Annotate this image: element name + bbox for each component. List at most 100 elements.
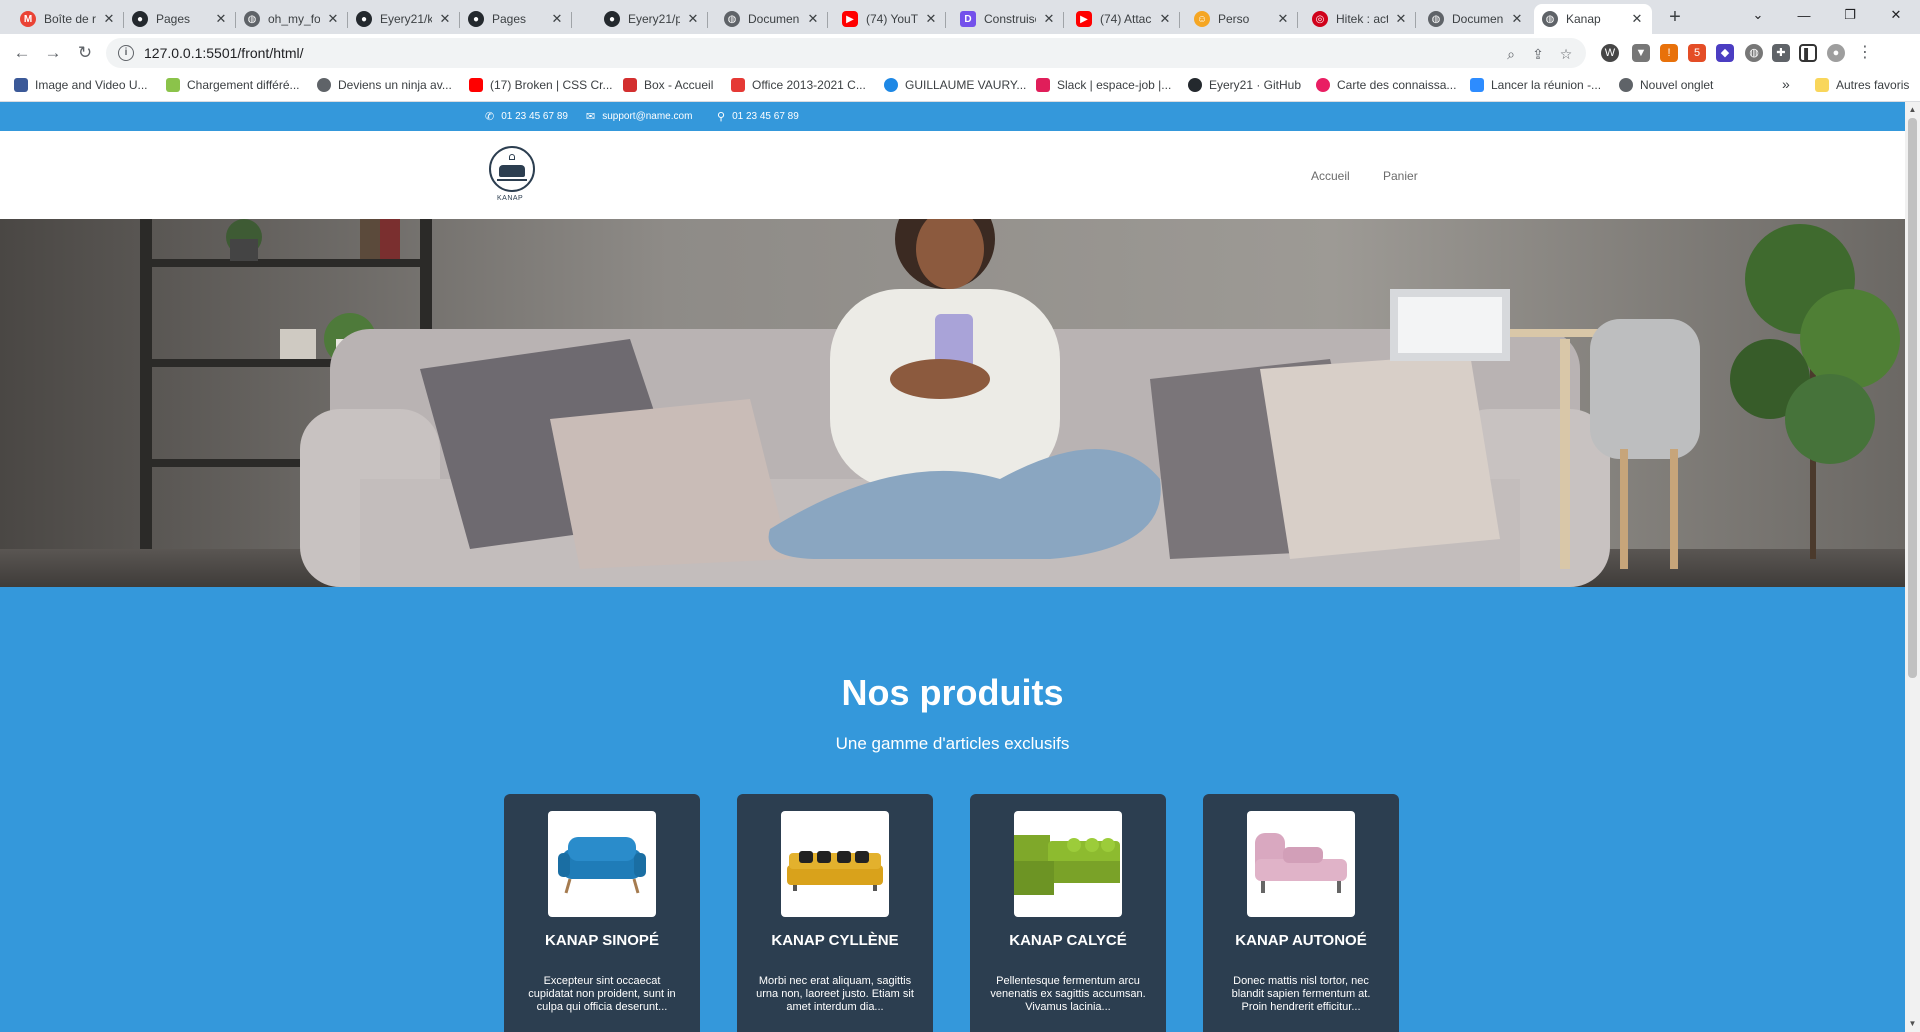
kanap-logo[interactable]: [489, 146, 535, 192]
bookmark-star-icon[interactable]: ☆: [1557, 45, 1575, 63]
profile-avatar[interactable]: ●: [1827, 44, 1845, 62]
bookmark-item[interactable]: (17) Broken | CSS Cr...: [469, 78, 613, 92]
email-info[interactable]: ✉ support@name.com: [586, 110, 692, 123]
close-tab-icon[interactable]: ✕: [1510, 11, 1524, 27]
globe-icon: ◍: [724, 11, 740, 27]
close-tab-icon[interactable]: ✕: [438, 11, 452, 27]
contact-bar: ✆ 01 23 45 67 89 ✉ support@name.com ⚲ 01 23…: [0, 102, 1905, 131]
products-title: Nos produits: [841, 672, 1064, 713]
bookmark-item[interactable]: Image and Video U...: [14, 78, 148, 92]
other-bookmarks[interactable]: Autres favoris: [1815, 78, 1909, 92]
bookmark-icon: [14, 78, 28, 92]
product-card[interactable]: KANAP CALYCÉ Pellentesque fermentum arcu…: [970, 794, 1166, 1032]
puzzle-extensions-icon[interactable]: ✚: [1772, 44, 1790, 62]
close-tab-icon[interactable]: ✕: [1158, 11, 1172, 27]
close-tab-icon[interactable]: ✕: [686, 11, 700, 27]
product-card[interactable]: KANAP AUTONOÉ Donec mattis nisl tortor, …: [1203, 794, 1399, 1032]
globe-extension-icon[interactable]: ◍: [1745, 44, 1763, 62]
close-tab-icon[interactable]: ✕: [550, 11, 564, 27]
browser-tab[interactable]: ◍ Documen ✕: [1420, 4, 1532, 34]
browser-tab[interactable]: ▶(74) YouTu✕: [834, 4, 946, 34]
browser-tab[interactable]: ● Pages ✕: [124, 4, 236, 34]
side-panel-icon[interactable]: ▌: [1799, 44, 1817, 62]
tab-search-icon[interactable]: ⌄: [1735, 0, 1781, 30]
browser-tab[interactable]: ▶ (74) Attac ✕: [1068, 4, 1180, 34]
back-icon[interactable]: ←: [10, 41, 34, 65]
folder-icon: [1815, 78, 1829, 92]
close-tab-icon[interactable]: ✕: [924, 11, 938, 27]
browser-tab[interactable]: D Construisc ✕: [952, 4, 1064, 34]
product-description: Excepteur sint occaecat cupidatat non pr…: [528, 975, 676, 1013]
bookmark-item[interactable]: Chargement différé...: [166, 78, 300, 92]
product-card[interactable]: KANAP CYLLÈNE Morbi nec erat aliquam, sa…: [737, 794, 933, 1032]
browser-tab[interactable]: ☺ Perso ✕: [1186, 4, 1298, 34]
share-icon[interactable]: ⇪: [1529, 45, 1547, 63]
menu-kebab-icon[interactable]: ⋮: [1856, 44, 1874, 62]
product-description: Donec mattis nisl tortor, nec blandit sa…: [1231, 975, 1371, 1013]
site-info-icon[interactable]: i: [118, 45, 134, 61]
browser-tab[interactable]: M Boîte de r ✕: [12, 4, 124, 34]
close-tab-icon[interactable]: ✕: [1630, 11, 1644, 27]
bookmark-item[interactable]: Box - Accueil: [623, 78, 713, 92]
bookmark-item[interactable]: Nouvel onglet: [1619, 78, 1713, 92]
product-card[interactable]: KANAP SINOPÉ Excepteur sint occaecat cup…: [504, 794, 700, 1032]
browser-tab[interactable]: ◍ Documen ✕: [716, 4, 828, 34]
bookmark-icon: [469, 78, 483, 92]
vue-devtools-extension-icon[interactable]: ▼: [1632, 44, 1650, 62]
globe-icon: ◍: [1542, 11, 1558, 27]
bookmark-item[interactable]: Office 2013-2021 C...: [731, 78, 866, 92]
bookmark-item[interactable]: Deviens un ninja av...: [317, 78, 452, 92]
close-tab-icon[interactable]: ✕: [1042, 11, 1056, 27]
nav-cart-link[interactable]: Panier: [1383, 169, 1418, 183]
reload-icon[interactable]: ↻: [73, 41, 97, 65]
bookmark-item[interactable]: GUILLAUME VAURY...: [884, 78, 1026, 92]
browser-tab[interactable]: ◎ Hitek : act ✕: [1304, 4, 1416, 34]
nav-home-link[interactable]: Accueil: [1311, 169, 1350, 183]
page-scrollbar[interactable]: ▲ ▼: [1905, 102, 1920, 1032]
scrollbar-thumb[interactable]: [1908, 118, 1917, 678]
scroll-down-arrow-icon[interactable]: ▼: [1908, 1019, 1917, 1028]
globe-icon: [1619, 78, 1633, 92]
bookmark-icon: [884, 78, 898, 92]
github-icon: ●: [356, 11, 372, 27]
github-icon: ●: [468, 11, 484, 27]
new-tab-button[interactable]: +: [1662, 4, 1688, 30]
minimize-button[interactable]: —: [1781, 0, 1827, 30]
close-window-button[interactable]: ✕: [1873, 0, 1919, 30]
product-description: Morbi nec erat aliquam, sagittis urna no…: [756, 975, 914, 1013]
browser-tab[interactable]: ● Pages ✕: [460, 4, 572, 34]
close-tab-icon[interactable]: ✕: [326, 11, 340, 27]
browser-tab[interactable]: ◍ oh_my_fo ✕: [236, 4, 348, 34]
bookmark-icon: [1036, 78, 1050, 92]
wordpress-extension-icon[interactable]: W: [1601, 44, 1619, 62]
close-tab-icon[interactable]: ✕: [214, 11, 228, 27]
hero-banner-image: [0, 219, 1905, 587]
close-tab-icon[interactable]: ✕: [806, 11, 820, 27]
html-extension-icon[interactable]: 5: [1688, 44, 1706, 62]
close-tab-icon[interactable]: ✕: [1276, 11, 1290, 27]
bookmark-icon: [317, 78, 331, 92]
extension-icon[interactable]: !: [1660, 44, 1678, 62]
address-bar[interactable]: i 127.0.0.1:5501/front/html/ ⌕ ⇪ ☆: [106, 38, 1586, 68]
close-tab-icon[interactable]: ✕: [102, 11, 116, 27]
bookmark-item[interactable]: Slack | espace-job |...: [1036, 78, 1171, 92]
browser-tab-active[interactable]: ◍ Kanap ✕: [1534, 4, 1652, 34]
close-tab-icon[interactable]: ✕: [1394, 11, 1408, 27]
browser-tab[interactable]: ● Eyery21/p ✕: [596, 4, 708, 34]
bookmark-item[interactable]: Carte des connaissa...: [1316, 78, 1456, 92]
scroll-up-arrow-icon[interactable]: ▲: [1908, 105, 1917, 114]
url-text[interactable]: 127.0.0.1:5501/front/html/: [144, 45, 304, 61]
zoom-icon[interactable]: ⌕: [1502, 45, 1520, 63]
restore-button[interactable]: ❐: [1827, 0, 1873, 30]
bookmarks-overflow-button[interactable]: »: [1782, 76, 1790, 92]
bookmark-item[interactable]: Lancer la réunion -...: [1470, 78, 1601, 92]
browser-toolbar: ← → ↻ i 127.0.0.1:5501/front/html/ ⌕ ⇪ ☆…: [0, 34, 1920, 72]
bookmark-item[interactable]: Eyery21 · GitHub: [1188, 78, 1301, 92]
browser-tab[interactable]: ● Eyery21/k ✕: [348, 4, 460, 34]
forward-icon[interactable]: →: [41, 41, 65, 65]
phone-info: ✆ 01 23 45 67 89: [485, 111, 568, 123]
teams-extension-icon[interactable]: ◆: [1716, 44, 1734, 62]
product-name: KANAP CYLLÈNE: [771, 932, 899, 949]
tab-strip: M Boîte de r ✕ ● Pages ✕ ◍ oh_my_fo ✕ ● Eyery21…: [0, 0, 1920, 34]
github-icon: ●: [604, 11, 620, 27]
